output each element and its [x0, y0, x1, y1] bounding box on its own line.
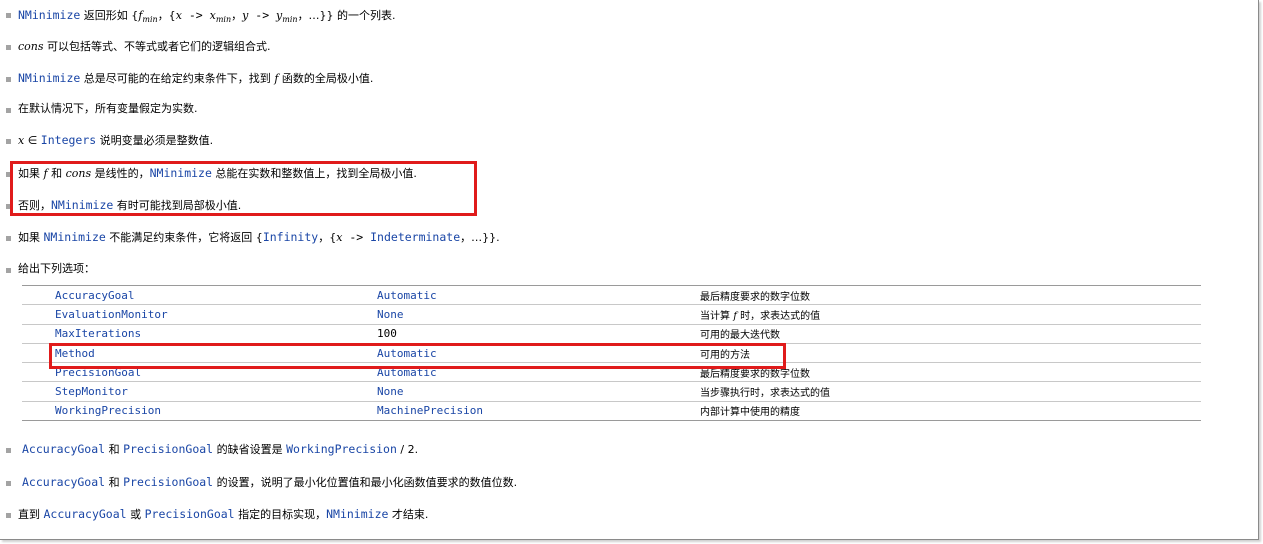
- symbol-link[interactable]: NMinimize: [44, 230, 106, 244]
- table-row: EvaluationMonitor None 当计算 f 时，求表达式的值: [22, 304, 1201, 325]
- symbol-link[interactable]: WorkingPrecision: [286, 442, 397, 456]
- option-desc: 当计算 f 时，求表达式的值: [700, 304, 1201, 325]
- option-name[interactable]: WorkingPrecision: [55, 404, 161, 417]
- symbol-link[interactable]: PrecisionGoal: [123, 442, 213, 456]
- option-desc: 最后精度要求的数字位数: [700, 284, 1201, 306]
- symbol-link[interactable]: Indeterminate: [370, 230, 460, 244]
- symbol-link[interactable]: NMinimize: [326, 507, 388, 521]
- option-name[interactable]: EvaluationMonitor: [55, 308, 168, 321]
- note-line-8: 如果 NMinimize 不能满足约束条件，它将返回 {Infinity，{x …: [18, 230, 500, 244]
- note-line-1: NMinimize 返回形如 {fmin，{x -> xmin，y -> ymi…: [18, 8, 396, 25]
- bullet: [6, 77, 11, 82]
- option-value: 100: [377, 327, 397, 341]
- highlight-box: [10, 161, 477, 216]
- table-row: AccuracyGoal Automatic 最后精度要求的数字位数: [22, 284, 1201, 306]
- option-name[interactable]: MaxIterations: [55, 327, 141, 340]
- note-line-12: 直到 AccuracyGoal 或 PrecisionGoal 指定的目标实现，…: [18, 507, 429, 521]
- symbol-link[interactable]: AccuracyGoal: [22, 475, 105, 489]
- note-line-5: x ∈ Integers 说明变量必须是整数值.: [18, 133, 214, 147]
- symbol-link[interactable]: PrecisionGoal: [145, 507, 235, 521]
- table-row: MaxIterations 100 可用的最大迭代数: [22, 324, 1201, 344]
- symbol-link[interactable]: Integers: [41, 133, 96, 147]
- option-desc: 可用的最大迭代数: [700, 324, 1201, 344]
- option-value[interactable]: Automatic: [377, 289, 437, 302]
- highlight-box: [49, 343, 786, 369]
- bullet: [6, 448, 11, 453]
- bullet: [6, 13, 11, 18]
- bullet: [6, 108, 11, 113]
- symbol-link[interactable]: Infinity: [263, 230, 318, 244]
- note-line-9: 给出下列选项：: [18, 262, 95, 275]
- option-desc: 当步骤执行时，求表达式的值: [700, 381, 1201, 402]
- table-row: WorkingPrecision MachinePrecision 内部计算中使…: [22, 401, 1201, 422]
- bullet: [6, 236, 11, 241]
- bullet: [6, 45, 11, 50]
- option-value[interactable]: MachinePrecision: [377, 404, 483, 417]
- option-value[interactable]: None: [377, 385, 404, 398]
- bullet: [6, 513, 11, 518]
- symbol-link[interactable]: PrecisionGoal: [123, 475, 213, 489]
- note-line-4: 在默认情况下，所有变量假定为实数.: [18, 102, 198, 115]
- bullet: [6, 139, 11, 144]
- option-name[interactable]: AccuracyGoal: [55, 289, 134, 302]
- table-row: StepMonitor None 当步骤执行时，求表达式的值: [22, 381, 1201, 402]
- note-line-11: AccuracyGoal 和 PrecisionGoal 的设置，说明了最小化位…: [22, 475, 518, 489]
- note-line-2: cons 可以包括等式、不等式或者它们的逻辑组合式.: [18, 40, 271, 53]
- option-name[interactable]: StepMonitor: [55, 385, 128, 398]
- symbol-link[interactable]: NMinimize: [18, 8, 80, 22]
- bullet: [6, 481, 11, 486]
- symbol-link[interactable]: AccuracyGoal: [44, 507, 127, 521]
- bullet: [6, 268, 11, 273]
- symbol-link[interactable]: NMinimize: [18, 71, 80, 85]
- symbol-link[interactable]: AccuracyGoal: [22, 442, 105, 456]
- option-value[interactable]: None: [377, 308, 404, 321]
- note-line-3: NMinimize 总是尽可能的在给定约束条件下，找到 f 函数的全局极小值.: [18, 71, 374, 85]
- option-desc: 内部计算中使用的精度: [700, 401, 1201, 422]
- note-line-10: AccuracyGoal 和 PrecisionGoal 的缺省设置是 Work…: [22, 442, 419, 456]
